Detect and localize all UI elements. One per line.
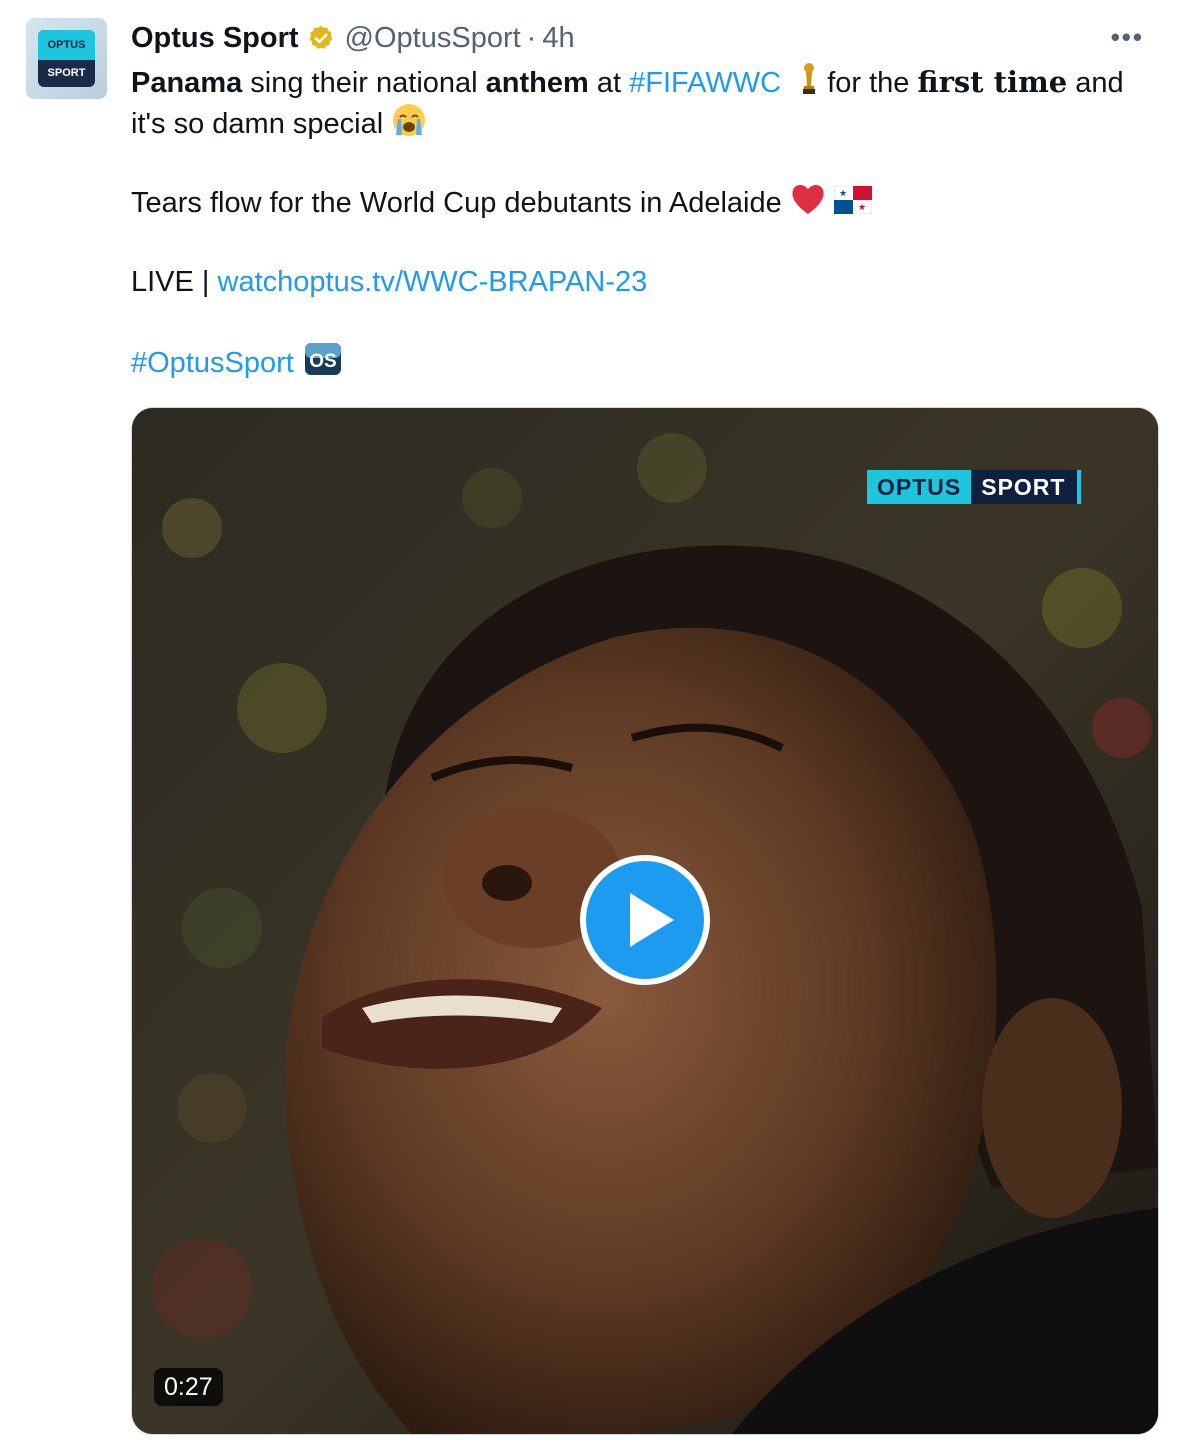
tweet-text: Panama sing their national anthem at #FI… bbox=[131, 62, 1161, 382]
channel-logo: OPTUS SPORT bbox=[867, 470, 1082, 504]
text-segment: for the bbox=[819, 67, 918, 100]
verified-badge-icon bbox=[307, 24, 335, 52]
tweet-line-1: Panama sing their national anthem at #FI… bbox=[131, 62, 1161, 102]
serif-bold-first-time: first time bbox=[917, 65, 1068, 100]
text-segment: it's so damn special bbox=[131, 108, 384, 141]
avatar-logo-top: OPTUS bbox=[38, 30, 95, 60]
watch-link[interactable]: watchoptus.tv/WWC-BRAPAN-23 bbox=[218, 266, 648, 298]
live-label: LIVE | bbox=[131, 266, 218, 298]
trophy-emoji bbox=[799, 62, 819, 107]
avatar-logo: OPTUS SPORT bbox=[38, 30, 95, 87]
text-segment: sing their national bbox=[242, 67, 486, 100]
panama-flag-emoji: ★ ★ bbox=[833, 185, 873, 225]
svg-text:★: ★ bbox=[839, 188, 847, 198]
red-heart-emoji bbox=[790, 182, 826, 227]
tweet-timestamp[interactable]: 4h bbox=[542, 22, 574, 55]
account-handle[interactable]: @OptusSport bbox=[345, 22, 521, 55]
avatar[interactable]: OPTUS SPORT bbox=[26, 18, 107, 99]
hashtag-optussport-link[interactable]: #OptusSport bbox=[131, 347, 294, 379]
bold-panama: Panama bbox=[131, 67, 243, 100]
channel-logo-left: OPTUS bbox=[867, 470, 972, 504]
tweet-line-2: it's so damn special bbox=[131, 102, 1161, 142]
svg-text:★: ★ bbox=[858, 202, 866, 212]
bold-anthem: anthem bbox=[485, 67, 589, 100]
os-badge-emoji: OS bbox=[304, 342, 342, 387]
header-separator: · bbox=[526, 21, 537, 54]
text-segment: and bbox=[1067, 67, 1124, 100]
tweet-line-3: Tears flow for the World Cup debutants i… bbox=[131, 182, 1161, 222]
account-name[interactable]: Optus Sport bbox=[131, 22, 299, 55]
crying-face-emoji bbox=[391, 102, 427, 149]
tweet-header: Optus Sport @OptusSport · 4h bbox=[131, 18, 1131, 58]
text-segment: at bbox=[588, 67, 630, 100]
text-segment: Tears flow for the World Cup debutants i… bbox=[131, 187, 782, 220]
hashtag-fifawwc-link[interactable]: #FIFAWWC bbox=[629, 67, 781, 99]
play-icon[interactable] bbox=[578, 853, 712, 987]
video-player[interactable]: OPTUS SPORT 0:27 bbox=[131, 407, 1159, 1435]
os-badge-text: OS bbox=[309, 351, 336, 372]
channel-logo-right: SPORT bbox=[971, 470, 1082, 504]
video-duration: 0:27 bbox=[154, 1368, 223, 1406]
tweet-line-4: LIVE | watchoptus.tv/WWC-BRAPAN-23 bbox=[131, 262, 1161, 302]
tweet-line-5: #OptusSport OS bbox=[131, 342, 1161, 382]
avatar-logo-bottom: SPORT bbox=[47, 67, 86, 79]
more-icon[interactable]: ••• bbox=[1111, 22, 1144, 53]
